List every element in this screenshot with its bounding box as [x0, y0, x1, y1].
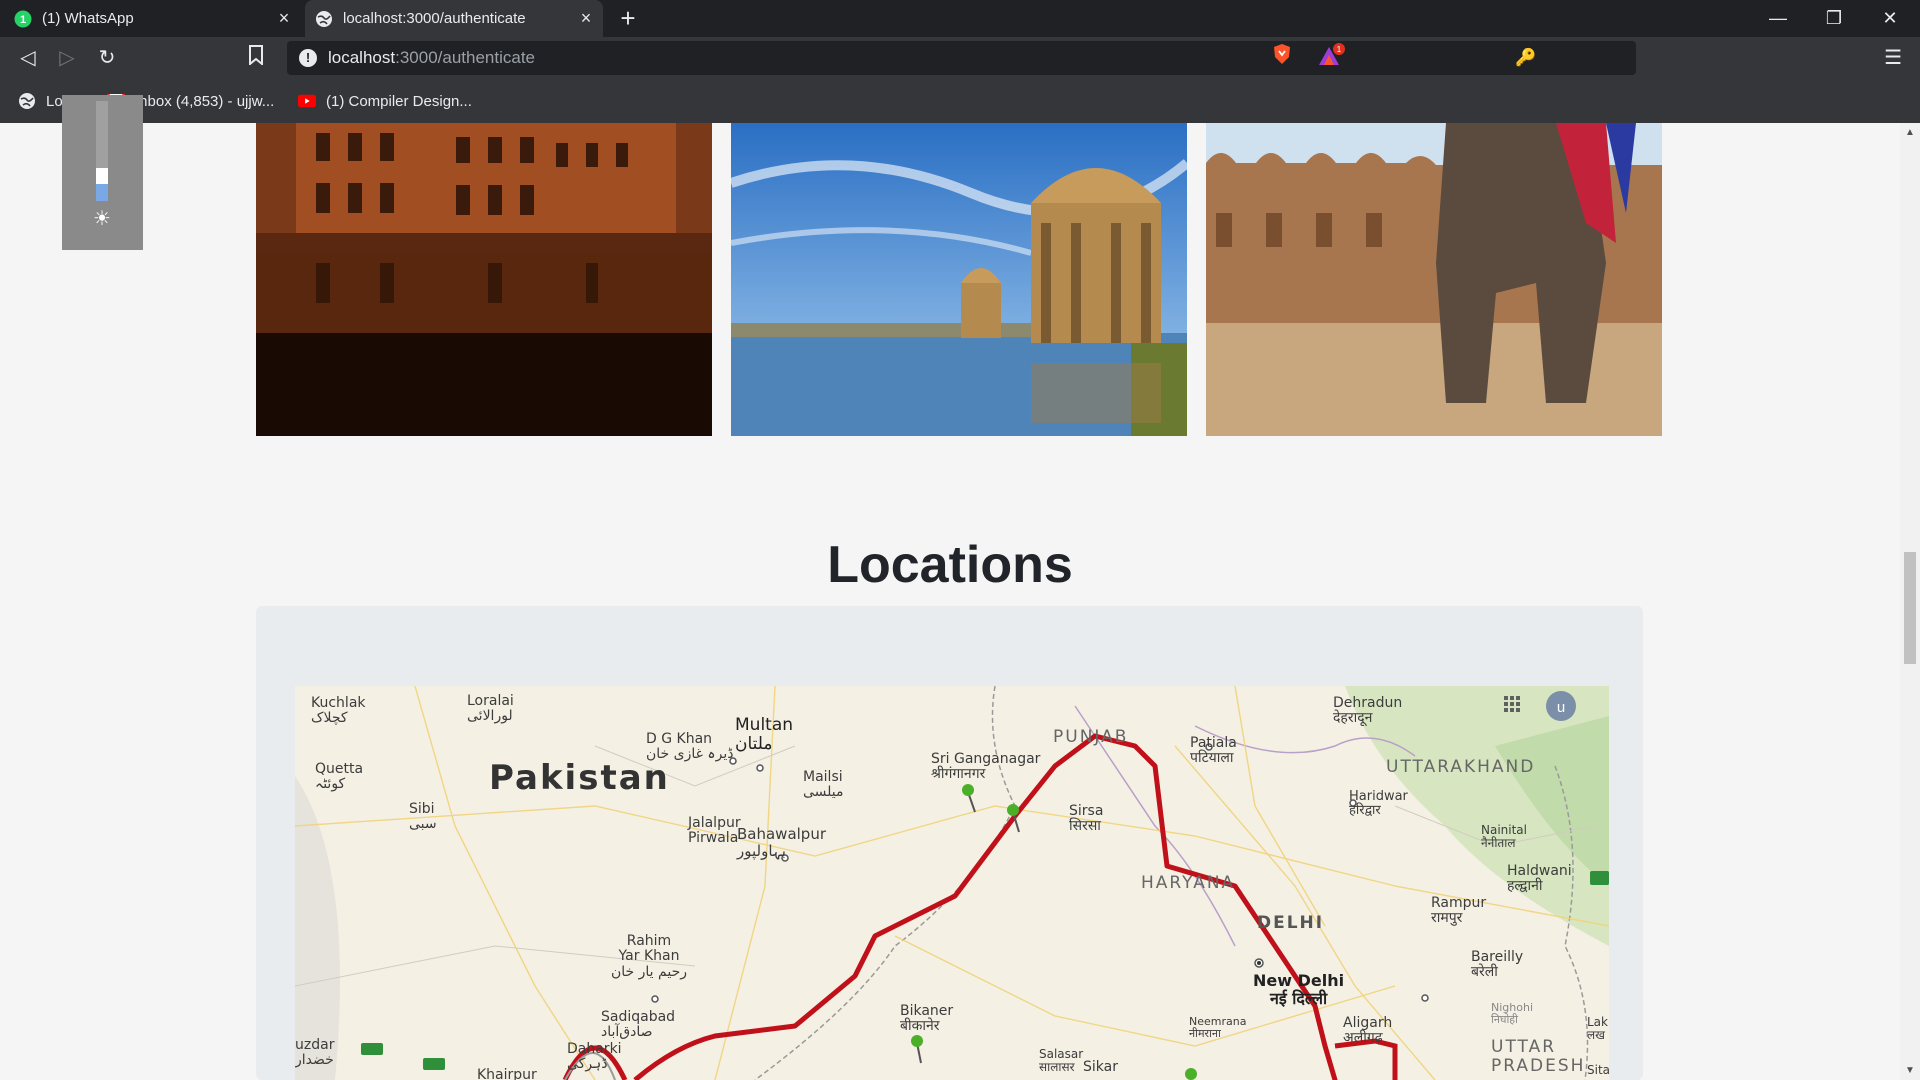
svg-text:1: 1 [1337, 45, 1342, 54]
close-tab-icon[interactable]: × [275, 9, 293, 27]
map-label: Sri Ganganagar श्रीगंगानगर [931, 751, 1041, 783]
menu-icon[interactable]: ☰ [1884, 45, 1902, 70]
map-label: Sadiqabad صادق‌آباد [601, 1009, 676, 1041]
page-scrollbar[interactable]: ▲ ▼ [1900, 123, 1920, 1080]
forward-icon[interactable]: ▷ [54, 45, 80, 71]
scroll-down-icon[interactable]: ▼ [1905, 1065, 1915, 1076]
map-label: Aligarh अलीगढ़ [1343, 1015, 1393, 1047]
scroll-up-icon[interactable]: ▲ [1905, 127, 1915, 138]
apps-grid-icon[interactable] [1504, 696, 1520, 712]
map-label: Nainital नैनीताल [1481, 823, 1527, 851]
map-label: Daharki ڈہرکی [567, 1041, 622, 1073]
map-label: Sikar [1083, 1059, 1118, 1075]
map-label: Patiala पटियाला [1190, 735, 1237, 767]
globe-icon [19, 93, 35, 109]
map-label-state: HARYANA [1141, 873, 1236, 893]
rewards-icon[interactable]: 1 [1316, 42, 1346, 68]
brightness-widget[interactable]: ☀ [62, 95, 143, 250]
map-label: Rahim Yar Khan رحیم یار خان [611, 933, 687, 980]
map-label: Loralai لورالائی [467, 693, 514, 725]
map-label: Neemrana नीमराना [1189, 1015, 1247, 1041]
map-label: Multan ملتان [735, 715, 794, 754]
brightness-slider-fill [96, 184, 108, 201]
brightness-slider-thumb[interactable] [96, 168, 108, 184]
scrollbar-thumb[interactable] [1904, 552, 1916, 664]
map-label: Bahawalpur بہاولپور [737, 825, 827, 860]
map-pin[interactable] [1185, 1068, 1197, 1080]
tab-whatsapp[interactable]: 1 (1) WhatsApp × [0, 0, 301, 37]
gallery-image-lake[interactable] [731, 123, 1187, 436]
brave-shield-icon[interactable] [1272, 43, 1292, 65]
bookmark-icon[interactable] [243, 45, 269, 71]
globe-icon [316, 10, 332, 27]
bookmark-compiler-design[interactable]: (1) Compiler Design... [298, 89, 472, 113]
map-label: Sita [1587, 1063, 1609, 1077]
gallery-image-elephant[interactable] [1206, 123, 1662, 436]
key-icon[interactable]: 🔑 [1515, 48, 1536, 68]
map-label-state: UTTAR PRADESH [1491, 1037, 1586, 1076]
gallery-image-haveli[interactable] [256, 123, 712, 436]
locations-map[interactable]: u Kuchlak کچلاک Quetta کوئٹہ Sibi سبی Lo… [295, 686, 1609, 1080]
tab-strip: 1 (1) WhatsApp × localhost:3000/authenti… [0, 0, 1920, 37]
whatsapp-icon: 1 [14, 10, 32, 27]
address-bar[interactable]: ! localhost:3000/authenticate 🔑 [287, 41, 1636, 75]
svg-text:u: u [1557, 699, 1565, 716]
map-label: New Delhi नई दिल्ली [1253, 971, 1345, 1008]
tab-localhost[interactable]: localhost:3000/authenticate × [305, 0, 603, 37]
browser-toolbar: ◁ ▷ ↻ ! localhost:3000/authenticate 🔑 1 … [0, 37, 1920, 79]
new-tab-button[interactable]: + [615, 4, 641, 32]
minimize-icon[interactable]: — [1750, 0, 1806, 37]
reload-icon[interactable]: ↻ [94, 45, 120, 71]
map-label: Salasar सालासर [1039, 1047, 1084, 1075]
map-label-country: Pakistan [489, 758, 670, 798]
site-info-icon[interactable]: ! [299, 49, 317, 67]
map-label: Haldwani हल्द्वानी [1507, 863, 1572, 895]
tab-title: localhost:3000/authenticate [343, 10, 526, 27]
map-label: Dehradun देहरादून [1333, 695, 1403, 727]
sun-icon: ☀ [93, 208, 111, 230]
svg-text:1: 1 [20, 14, 26, 26]
map-label: Rampur रामपुर [1431, 895, 1487, 927]
close-tab-icon[interactable]: × [577, 9, 595, 27]
map-label: Nighohi निघोही [1491, 1001, 1533, 1027]
map-label: Bikaner बीकानेर [900, 1003, 954, 1035]
page-content: Locations u Kuchlak کچلاک Quetta کوئٹہ S… [0, 123, 1920, 1080]
map-label: uzdar خضدار [295, 1037, 335, 1069]
map-label-state: DELHI [1257, 913, 1325, 933]
map-label: Jalalpur Pirwala [688, 815, 741, 847]
map-label: Haridwar हरिद्वार [1349, 789, 1408, 819]
address-url[interactable]: localhost:3000/authenticate [328, 48, 535, 68]
map-label-state: UTTARAKHAND [1386, 757, 1536, 777]
map-label: Khairpur [477, 1067, 537, 1080]
youtube-icon [298, 94, 316, 108]
map-label: Sibi سبی [409, 801, 437, 833]
restore-icon[interactable]: ❐ [1806, 0, 1862, 37]
back-icon[interactable]: ◁ [15, 45, 41, 71]
map-label-state: PUNJAB [1053, 727, 1129, 747]
map-label: Kuchlak کچلاک [311, 695, 366, 727]
map-label: Lak लख [1587, 1015, 1608, 1043]
close-window-icon[interactable]: ✕ [1862, 0, 1918, 37]
map-label: Sirsa सिरसा [1069, 803, 1104, 835]
map-label: D G Khan ڈیرہ غازی خان [646, 731, 734, 763]
tab-title: (1) WhatsApp [42, 10, 134, 27]
bookmarks-bar: Login Inbox (4,853) - ujjw... (1) Compil… [0, 79, 1920, 123]
map-label: Mailsi میلسی [803, 769, 844, 801]
map-label: Quetta کوئٹہ [315, 761, 364, 793]
locations-heading: Locations [827, 536, 1073, 594]
map-label: Bareilly बरेली [1471, 949, 1524, 981]
